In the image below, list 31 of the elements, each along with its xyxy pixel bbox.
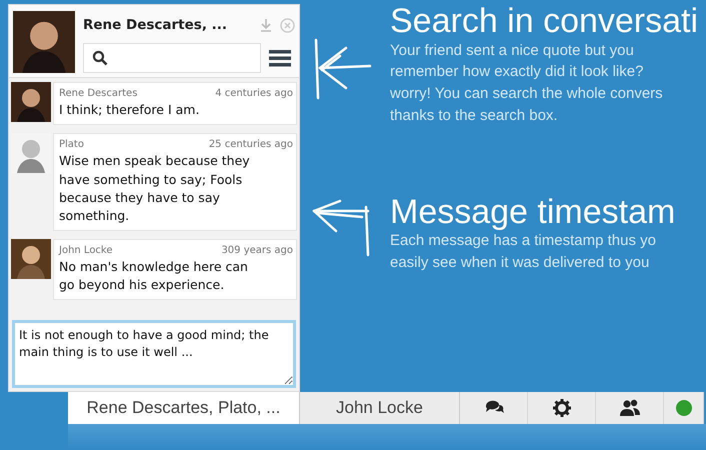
status-button[interactable] bbox=[664, 392, 704, 424]
search-icon bbox=[92, 50, 108, 66]
chat-button[interactable] bbox=[460, 392, 528, 424]
feature-text-line: Each message has a timestamp thus yo bbox=[390, 231, 657, 252]
contacts-icon bbox=[618, 398, 640, 418]
message-time: 4 centuries ago bbox=[215, 87, 293, 102]
feature-text-line: worry! You can search the whole convers bbox=[390, 84, 664, 104]
contacts-button[interactable] bbox=[596, 392, 664, 424]
feature-title: Search in conversati bbox=[390, 4, 698, 40]
search-field[interactable] bbox=[83, 43, 261, 74]
arrow-drawing bbox=[310, 196, 372, 259]
chat-title: Rene Descartes, ... bbox=[83, 16, 228, 35]
feature-title: Message timestam bbox=[390, 194, 676, 230]
settings-icon bbox=[550, 398, 572, 418]
author-name: John Locke bbox=[59, 244, 113, 258]
message-input[interactable]: It is not enough to have a good mind; the main thing is to use it well ... bbox=[12, 320, 296, 388]
message-text: I think; therefore I am. bbox=[59, 101, 200, 120]
message-time: 309 years ago bbox=[221, 244, 293, 258]
feature-text-line: Your friend sent a nice quote but you bbox=[390, 40, 635, 61]
message-text: No man's knowledge here can go beyond his experience. bbox=[59, 258, 249, 294]
feature-text-line: remember how exactly did it look like? bbox=[390, 62, 644, 82]
author-name: Rene Descartes bbox=[59, 87, 138, 102]
settings-button[interactable] bbox=[528, 392, 596, 424]
feature-text-line: easily see when it was delivered to you bbox=[390, 253, 650, 274]
menu-icon[interactable] bbox=[269, 49, 291, 68]
feature-text-line: thanks to the search box. bbox=[390, 106, 559, 126]
message-time: 25 centuries ago bbox=[208, 138, 293, 152]
message-text: Wise men speak because they have something to say; Fools because they have to say something. bbox=[59, 152, 251, 225]
author-name: Plato bbox=[59, 138, 84, 152]
chat-tab[interactable]: Rene Descartes, Plato, ... bbox=[68, 392, 300, 424]
chat-tab[interactable]: John Locke bbox=[300, 392, 460, 424]
